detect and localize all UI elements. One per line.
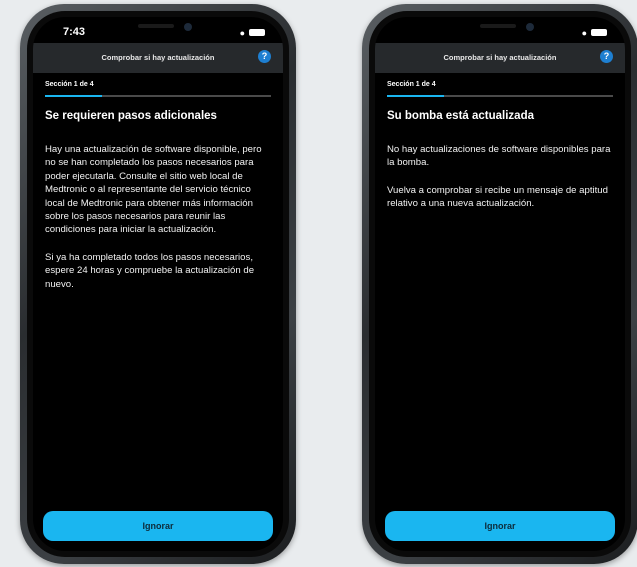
ignore-button[interactable]: Ignorar	[43, 511, 273, 541]
progress-track	[387, 95, 613, 97]
progress-fill	[387, 95, 444, 97]
phone-left: 7:43 ● Comprobar si hay actualización ? …	[20, 4, 296, 564]
nav-bar: Comprobar si hay actualización ?	[375, 43, 625, 73]
notch	[94, 17, 222, 41]
section-label: Sección 1 de 4	[387, 81, 436, 88]
progress-track	[45, 95, 271, 97]
battery-icon	[249, 29, 265, 36]
phone-screen: 7:43 ● Comprobar si hay actualización ? …	[33, 17, 283, 551]
nav-title: Comprobar si hay actualización	[443, 53, 557, 62]
nav-bar: Comprobar si hay actualización ?	[33, 43, 283, 73]
camera-icon	[526, 23, 534, 31]
phone-right: ● Comprobar si hay actualización ? Secci…	[362, 4, 637, 564]
content: Se requieren pasos adicionales Hay una a…	[45, 109, 273, 305]
phone-screen: ● Comprobar si hay actualización ? Secci…	[375, 17, 625, 551]
nav-title: Comprobar si hay actualización	[101, 53, 215, 62]
section-label: Sección 1 de 4	[45, 81, 94, 88]
wifi-icon: ●	[581, 28, 587, 38]
phone-bezel: 7:43 ● Comprobar si hay actualización ? …	[27, 11, 289, 557]
help-icon[interactable]: ?	[258, 50, 271, 63]
battery-icon	[591, 29, 607, 36]
ignore-button[interactable]: Ignorar	[385, 511, 615, 541]
body-paragraph: Hay una actualización de software dispon…	[45, 144, 262, 236]
help-icon[interactable]: ?	[600, 50, 613, 63]
progress-fill	[45, 95, 102, 97]
page-title: Se requieren pasos adicionales	[45, 110, 217, 122]
body-paragraph: No hay actualizaciones de software dispo…	[387, 144, 611, 169]
body-paragraph: Si ya ha completado todos los pasos nece…	[45, 251, 255, 290]
notch	[436, 17, 564, 41]
content: Su bomba está actualizada No hay actuali…	[387, 109, 615, 225]
page-title: Su bomba está actualizada	[387, 110, 534, 122]
wifi-icon: ●	[239, 28, 245, 38]
body-paragraph: Vuelva a comprobar si recibe un mensaje …	[387, 184, 608, 210]
status-time: 7:43	[63, 26, 86, 38]
speaker	[138, 24, 174, 28]
camera-icon	[184, 23, 192, 31]
speaker	[480, 24, 516, 28]
phone-bezel: ● Comprobar si hay actualización ? Secci…	[369, 11, 631, 557]
